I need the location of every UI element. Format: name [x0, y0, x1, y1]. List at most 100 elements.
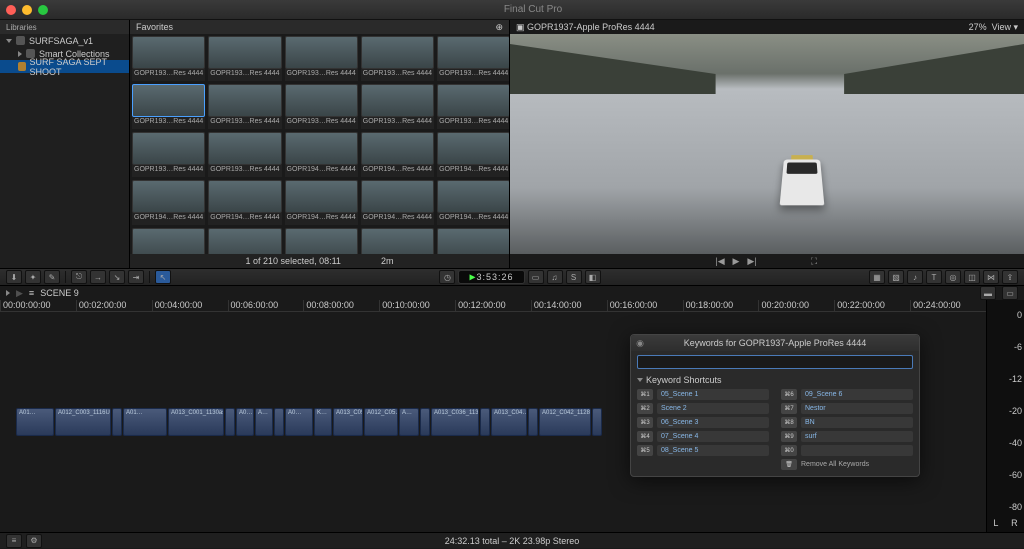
ruler-tick[interactable]: 00:22:00:00	[834, 300, 910, 311]
transitions-icon[interactable]: ⋈	[983, 270, 999, 284]
clip-thumbnail[interactable]	[208, 84, 281, 117]
keyword-field[interactable]: 05_Scene 1	[657, 389, 769, 400]
keyword-field[interactable]: Nestor	[801, 403, 913, 414]
keyword-icon[interactable]: ✦	[25, 270, 41, 284]
clip-thumbnail[interactable]	[361, 180, 434, 213]
ruler-tick[interactable]: 00:18:00:00	[683, 300, 759, 311]
keyword-shortcuts-toggle[interactable]: Keyword Shortcuts	[631, 373, 919, 387]
clip-thumbnail[interactable]	[437, 36, 509, 69]
browser-search-icon[interactable]: ⊕	[495, 22, 503, 33]
clip-appearance-icon[interactable]: ▬	[980, 286, 996, 300]
browser-clip[interactable]: GOPR193…Res 4444	[285, 36, 358, 81]
audio-skim-icon[interactable]: ♫	[547, 270, 563, 284]
clip-thumbnail[interactable]	[437, 84, 509, 117]
ruler-tick[interactable]: 00:12:00:00	[455, 300, 531, 311]
timeline-clip[interactable]	[112, 408, 122, 436]
view-menu[interactable]: View	[992, 22, 1011, 32]
browser-clip[interactable]: GOPR193…Res 4444	[437, 84, 509, 129]
clip-thumbnail[interactable]	[361, 84, 434, 117]
fullscreen-icon[interactable]: ⛶	[809, 256, 819, 266]
timecode-display[interactable]: ▶ 3:53:26	[458, 270, 524, 284]
timeline-clip[interactable]	[528, 408, 538, 436]
timeline-zoom-icon[interactable]: ▭	[1002, 286, 1018, 300]
keyword-field[interactable]: 08_Scene 5	[657, 445, 769, 456]
ruler-tick[interactable]: 00:20:00:00	[758, 300, 834, 311]
browser-clip[interactable]: GOPR194…Res 4444	[361, 180, 434, 225]
arrow-tool-icon[interactable]: ↖	[155, 270, 171, 284]
browser-clip[interactable]: GOPR194…Res 4444	[437, 180, 509, 225]
clip-thumbnail[interactable]	[437, 228, 509, 254]
timeline-clip[interactable]: A012_C042_112872	[539, 408, 591, 436]
timeline-clip[interactable]: A…	[255, 408, 273, 436]
clip-thumbnail[interactable]	[132, 180, 205, 213]
insert-icon[interactable]: →	[90, 270, 106, 284]
ruler-tick[interactable]: 00:00:00:00	[0, 300, 76, 311]
disclosure-triangle-icon[interactable]	[637, 378, 643, 382]
clip-thumbnail[interactable]	[208, 132, 281, 165]
browser-clip[interactable]	[361, 228, 434, 254]
clip-thumbnail[interactable]	[285, 132, 358, 165]
import-icon[interactable]: ⬇	[6, 270, 22, 284]
close-icon[interactable]: ◉	[635, 338, 645, 348]
titles-icon[interactable]: T	[926, 270, 942, 284]
keyword-field[interactable]: BN	[801, 417, 913, 428]
ruler-tick[interactable]: 00:24:00:00	[910, 300, 986, 311]
keyword-field[interactable]: 09_Scene 6	[801, 389, 913, 400]
clip-thumbnail[interactable]	[361, 228, 434, 254]
connect-icon[interactable]: ⎋	[71, 270, 87, 284]
browser-clip[interactable]: GOPR193…Res 4444	[361, 84, 434, 129]
browser-clip[interactable]: GOPR193…Res 4444	[132, 36, 205, 81]
timeline-tracks[interactable]: 00:00:00:0000:02:00:0000:04:00:0000:06:0…	[0, 300, 986, 532]
browser-clip[interactable]: GOPR193…Res 4444	[208, 132, 281, 177]
timeline-clip[interactable]: A013_C001_1130ass	[168, 408, 224, 436]
clip-thumbnail[interactable]	[285, 228, 358, 254]
ruler-tick[interactable]: 00:10:00:00	[379, 300, 455, 311]
remove-all-keywords[interactable]: 🗑Remove All Keywords	[781, 459, 913, 470]
browser-clip[interactable]	[208, 228, 281, 254]
prev-edit-icon[interactable]: |◀	[715, 256, 725, 266]
zoom-window-icon[interactable]	[38, 5, 48, 15]
timeline-clip[interactable]: A0…	[285, 408, 313, 436]
timeline-clip[interactable]: A013_C04…	[491, 408, 527, 436]
audio-meters[interactable]: 0-6-12-20-40-60-80 L R	[986, 300, 1024, 532]
history-back-icon[interactable]	[6, 290, 10, 296]
disclosure-triangle-icon[interactable]	[18, 51, 22, 57]
clip-thumbnail[interactable]	[132, 132, 205, 165]
browser-clip[interactable]: GOPR193…Res 4444	[132, 132, 205, 177]
timeline-clip[interactable]: A0…	[236, 408, 254, 436]
append-icon[interactable]: ↘	[109, 270, 125, 284]
clip-thumbnail[interactable]	[437, 180, 509, 213]
zoom-level[interactable]: 27%	[969, 22, 987, 32]
browser-clip[interactable]: GOPR193…Res 4444	[361, 36, 434, 81]
effects-icon[interactable]: ▦	[869, 270, 885, 284]
retime-icon[interactable]: ◷	[439, 270, 455, 284]
timeline-clip[interactable]: A01…	[123, 408, 167, 436]
timeline-clip[interactable]: A013_C036_113001	[431, 408, 479, 436]
clip-thumbnail[interactable]	[285, 36, 358, 69]
timeline-clip[interactable]: A012_C003_1116U2	[55, 408, 111, 436]
photos-icon[interactable]: ▧	[888, 270, 904, 284]
keyword-field[interactable]	[801, 445, 913, 456]
timeline-clip[interactable]: A013_C05…	[333, 408, 363, 436]
sidebar-item-event[interactable]: SURF SAGA SEPT SHOOT	[0, 60, 129, 73]
browser-clip[interactable]: GOPR194…Res 4444	[437, 132, 509, 177]
close-window-icon[interactable]	[6, 5, 16, 15]
browser-clip[interactable]: GOPR194…Res 4444	[361, 132, 434, 177]
keyword-panel-title[interactable]: ◉ Keywords for GOPR1937-Apple ProRes 444…	[631, 335, 919, 351]
skimming-icon[interactable]: ▭	[528, 270, 544, 284]
timeline-clip[interactable]: A01…	[16, 408, 54, 436]
index-icon[interactable]: ≡	[29, 288, 34, 298]
themes-icon[interactable]: ◫	[964, 270, 980, 284]
timeline-options-icon[interactable]: ⚙	[26, 534, 42, 548]
play-icon[interactable]: ▶	[731, 256, 741, 266]
timeline-clip[interactable]	[592, 408, 602, 436]
viewer-canvas[interactable]	[510, 34, 1024, 254]
clip-thumbnail[interactable]	[132, 84, 205, 117]
clip-thumbnail[interactable]	[208, 228, 281, 254]
tools-icon[interactable]: ✎	[44, 270, 60, 284]
project-name[interactable]: SCENE 9	[40, 288, 79, 298]
clip-thumbnail[interactable]	[361, 36, 434, 69]
disclosure-triangle-icon[interactable]	[6, 39, 12, 43]
keyword-field[interactable]: 06_Scene 3	[657, 417, 769, 428]
browser-clip[interactable]: GOPR193…Res 4444	[132, 84, 205, 129]
